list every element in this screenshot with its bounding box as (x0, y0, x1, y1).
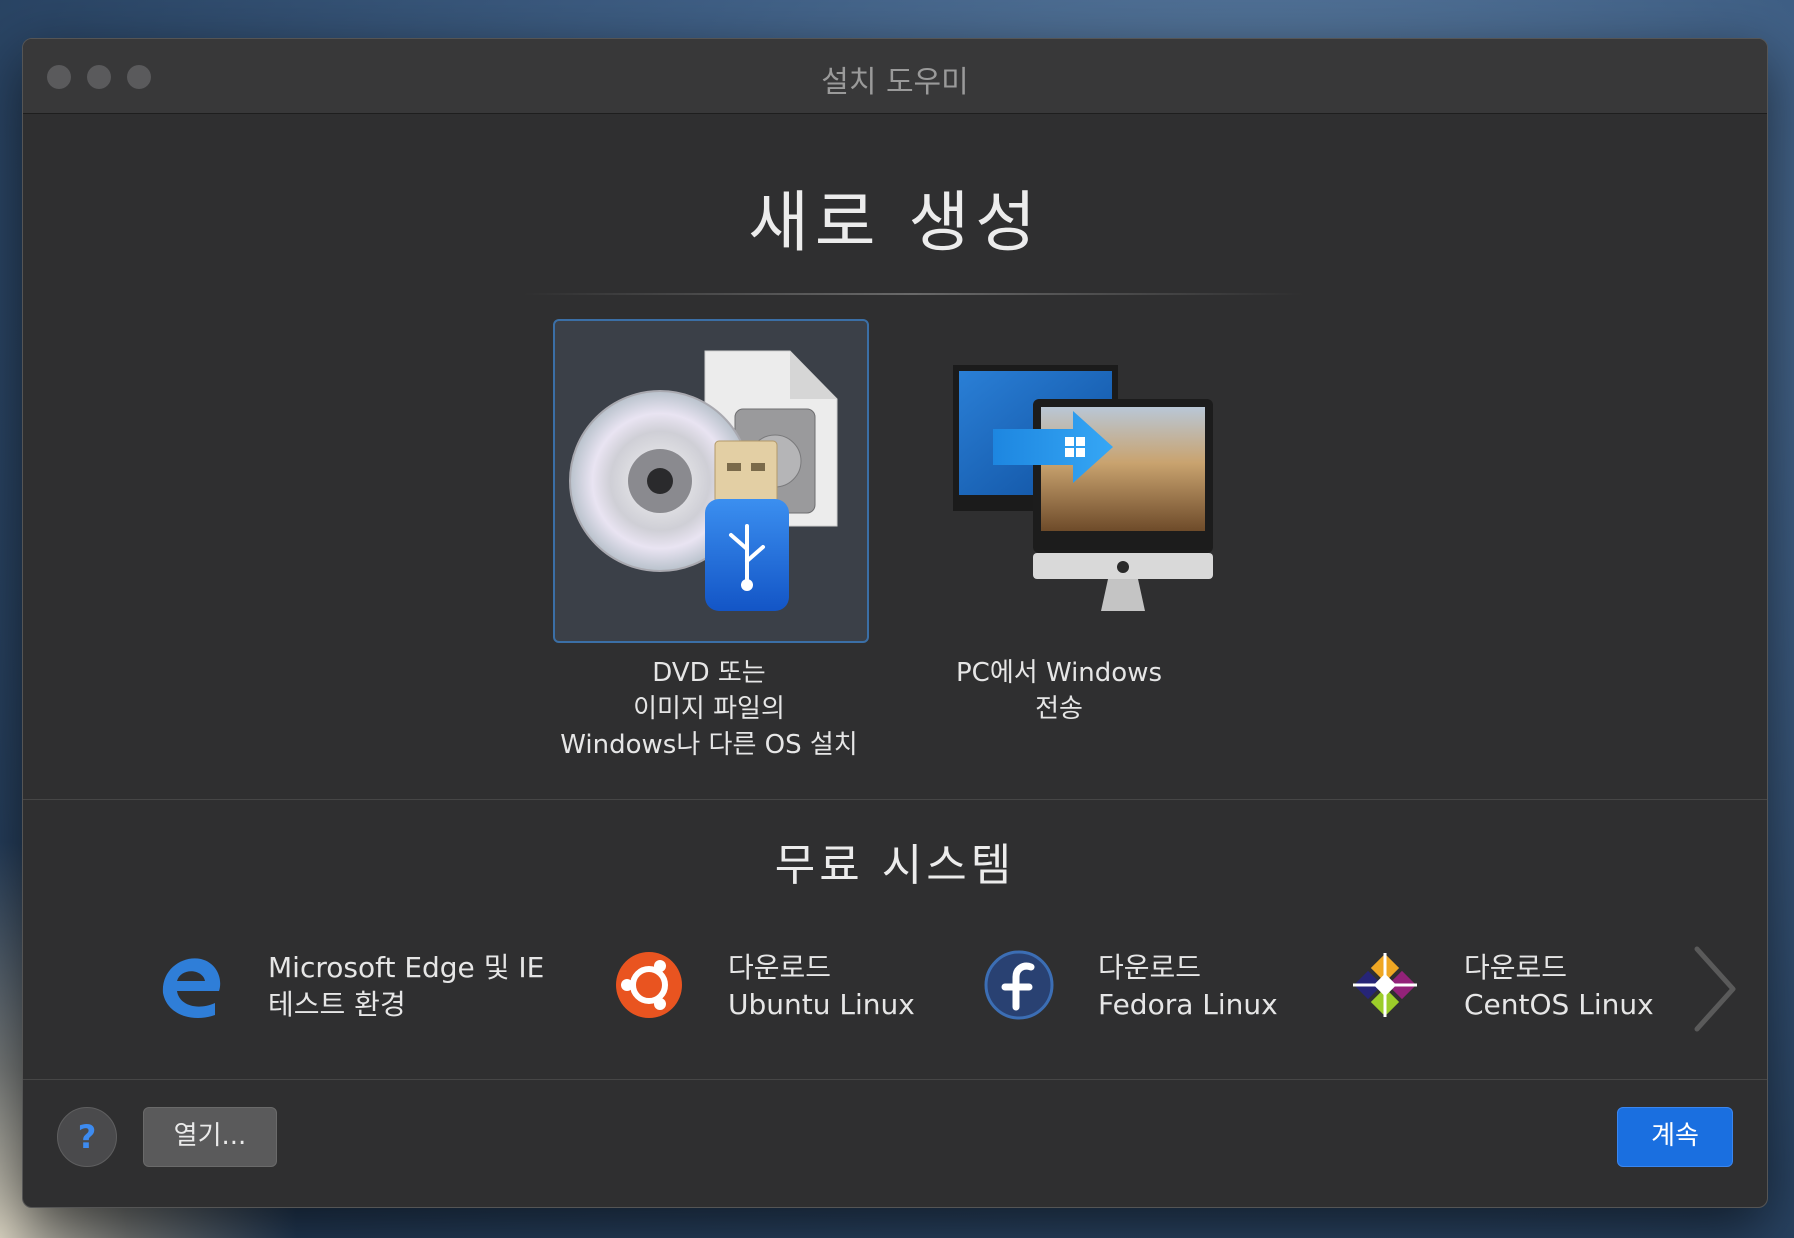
microsoft-edge-icon (162, 958, 221, 1019)
free-system-label: Microsoft Edge 및 IE 테스트 환경 (268, 951, 545, 1021)
continue-button[interactable]: 계속 (1617, 1107, 1733, 1167)
footer-divider (23, 1079, 1767, 1080)
section-divider (23, 799, 1767, 800)
help-button[interactable]: ? (57, 1107, 117, 1167)
ubuntu-icon (616, 952, 682, 1018)
free-system-item-fedora[interactable]: 다운로드 Fedora Linux (983, 949, 1323, 1049)
free-system-label: 다운로드 CentOS Linux (1464, 951, 1654, 1021)
fedora-icon (984, 950, 1054, 1020)
chevron-right-icon[interactable] (1685, 939, 1745, 1039)
free-system-item-ubuntu[interactable]: 다운로드 Ubuntu Linux (613, 949, 953, 1049)
free-systems-title: 무료 시스템 (774, 840, 1016, 891)
free-system-item-edge[interactable]: Microsoft Edge 및 IE 테스트 환경 (153, 949, 573, 1049)
free-system-item-centos[interactable]: 다운로드 CentOS Linux (1349, 949, 1689, 1049)
centos-icon (1353, 953, 1417, 1017)
install-from-image-option[interactable] (553, 319, 869, 643)
dvd-usb-image-icon (569, 350, 838, 611)
page-title: 새로 생성 (748, 184, 1042, 261)
title-bar: 설치 도우미 (23, 39, 1767, 114)
free-system-label: 다운로드 Fedora Linux (1098, 951, 1278, 1021)
window-title: 설치 도우미 (821, 65, 969, 100)
transfer-from-pc-caption: PC에서 Windows 전송 (956, 658, 1162, 724)
title-divider (523, 293, 1303, 295)
install-from-image-caption: DVD 또는 이미지 파일의 Windows나 다른 OS 설치 (560, 658, 858, 760)
transfer-from-pc-option[interactable] (903, 319, 1215, 639)
pc-to-mac-transfer-icon (953, 365, 1213, 611)
free-system-label: 다운로드 Ubuntu Linux (728, 951, 915, 1021)
setup-assistant-window: 설치 도우미 새로 생성 DVD 또는 이미지 파일의 Windows나 다른 … (22, 38, 1768, 1208)
open-button[interactable]: 열기... (143, 1107, 277, 1167)
